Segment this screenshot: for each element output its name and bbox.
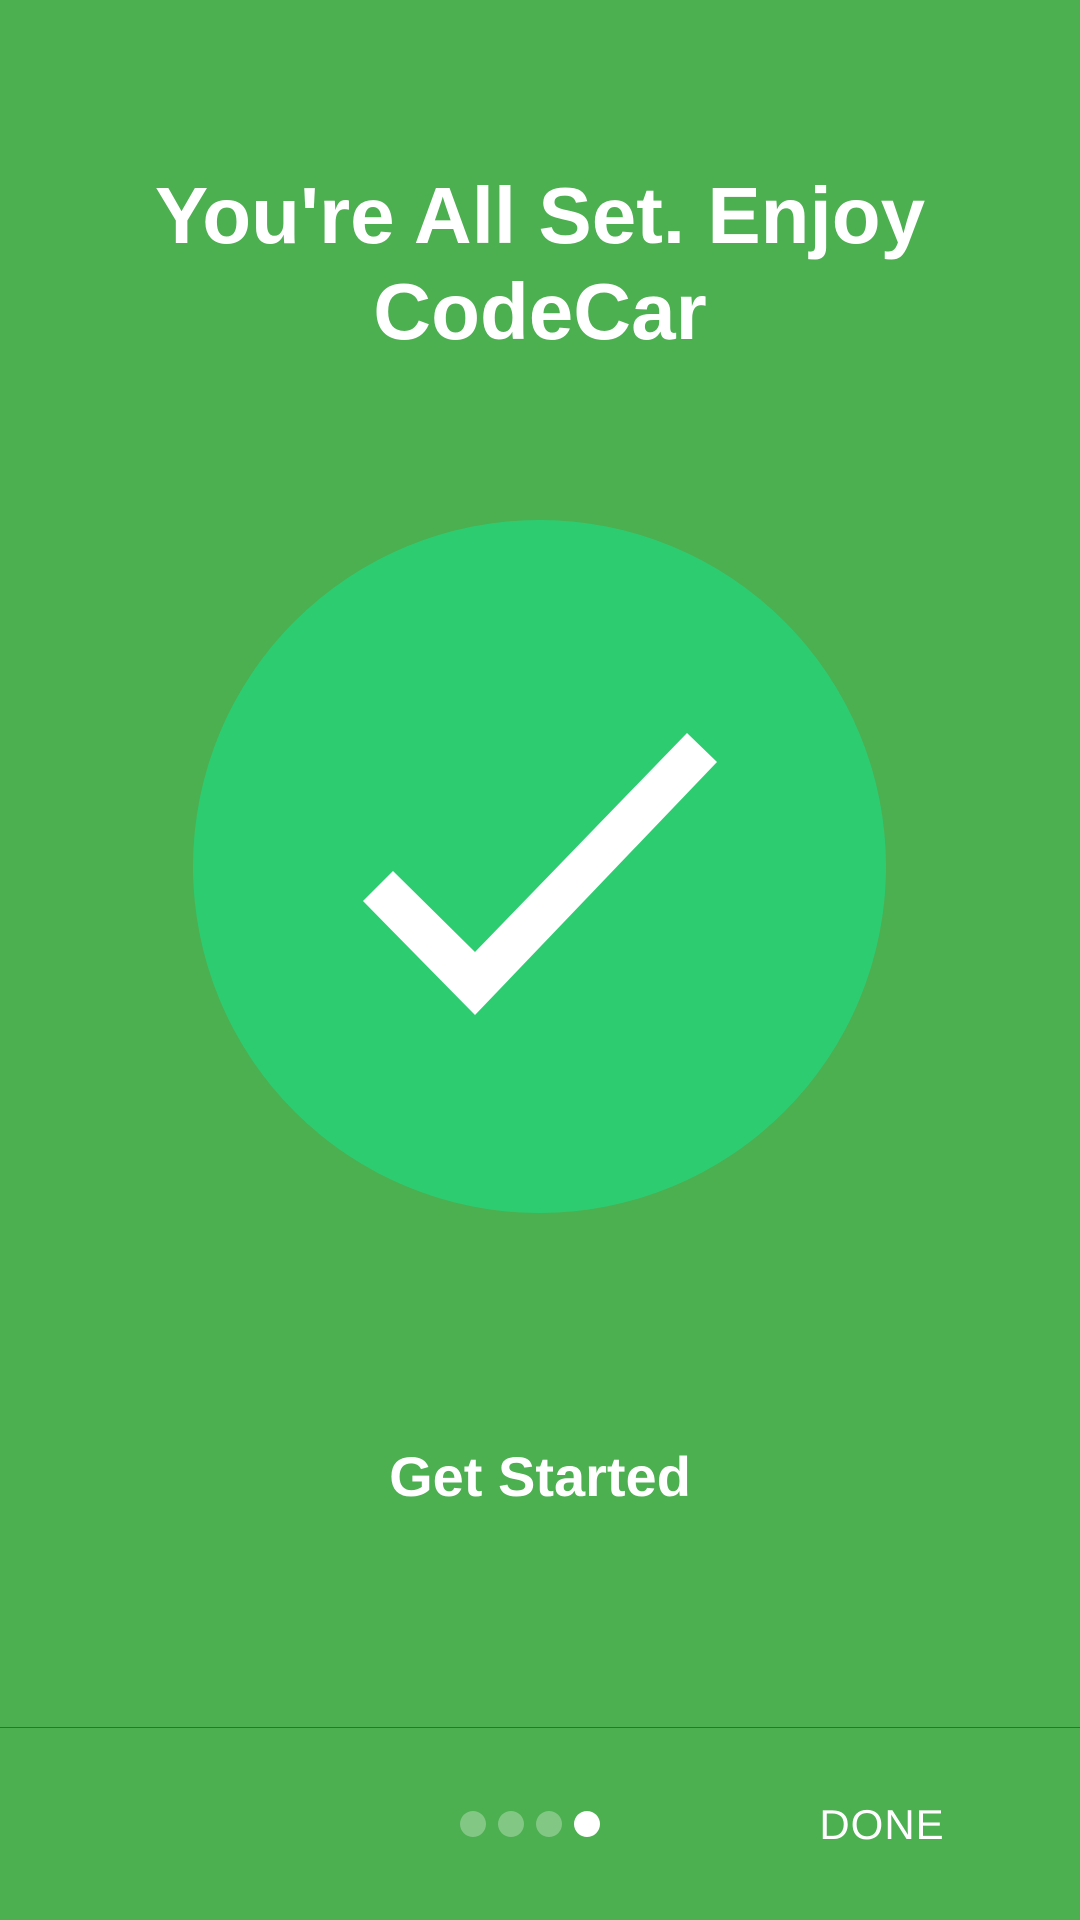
done-button[interactable]: DONE: [812, 1795, 952, 1855]
onboarding-complete-screen: You're All Set. Enjoy CodeCar Get Starte…: [0, 0, 1080, 1920]
page-dot: [498, 1811, 524, 1837]
page-dot: [536, 1811, 562, 1837]
get-started-button[interactable]: Get Started: [240, 1435, 840, 1519]
checkmark-icon: [363, 733, 717, 1015]
footer-divider: [0, 1727, 1080, 1728]
page-title: You're All Set. Enjoy CodeCar: [154, 171, 926, 356]
page-indicator: [460, 1810, 600, 1838]
page-dot: [460, 1811, 486, 1837]
success-circle: [193, 520, 886, 1213]
page-dot-active: [574, 1811, 600, 1837]
